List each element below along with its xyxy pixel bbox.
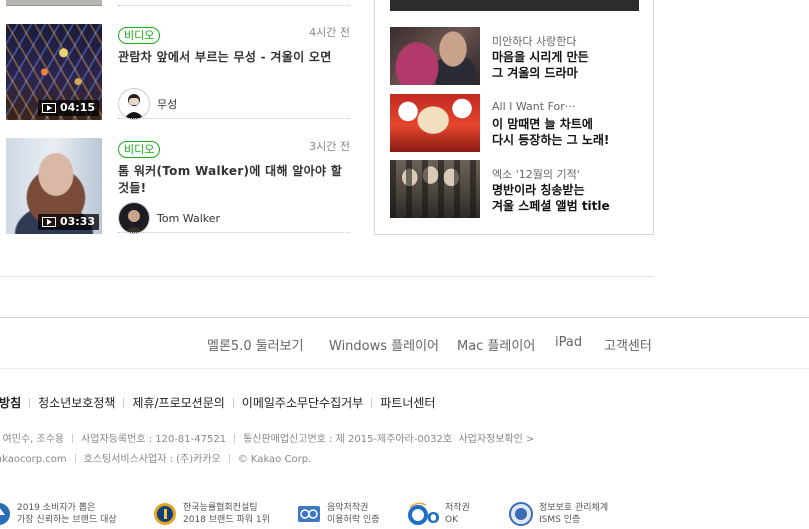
ok-mark-icon: OK xyxy=(408,501,453,527)
title-line: 마음을 시리게 만든 xyxy=(492,50,589,64)
hosting-text: 호스팅서비스사업자 : (주)카카오 xyxy=(83,454,221,465)
magazine-subtitle: 엑소 '12월의 기적' xyxy=(492,168,580,181)
magazine-title[interactable]: 이 맘때면 늘 차트에 다시 등장하는 그 노래! xyxy=(492,116,609,148)
video-title[interactable]: 톰 워커(Tom Walker)에 대해 알아야 할 것들! xyxy=(118,163,350,197)
artist-link[interactable]: 무성 xyxy=(118,88,177,120)
section-divider xyxy=(0,276,654,277)
duration-label: 04:15 xyxy=(38,100,100,116)
cert-isms[interactable]: 정보보호 관리체계 ISMS 인증 xyxy=(508,499,608,529)
play-icon xyxy=(42,217,56,227)
magazine-thumbnail[interactable] xyxy=(390,94,480,152)
footer-nav: 멜론5.0 둘러보기 Windows 플레이어 Mac 플레이어 iPad 고객… xyxy=(0,335,809,355)
company-info: : 여민수, 조수용 사업자등록번호 : 120-81-47521 통신판매업신고번… xyxy=(0,430,534,445)
cert-text: 가장 신뢰하는 브랜드 대상 xyxy=(17,515,117,525)
artist-name: 무성 xyxy=(157,98,178,111)
nav-customer-center[interactable]: 고객센터 xyxy=(604,335,652,354)
title-line: 다시 등장하는 그 노래! xyxy=(492,133,610,147)
magazine-title[interactable]: 마음을 시리게 만든 그 겨울의 드라마 xyxy=(492,49,589,81)
mail-order-number: 통신판매업신고번호 : 제 2015-제주아라-0032호 xyxy=(243,434,453,445)
nav-windows-player[interactable]: Windows 플레이어 xyxy=(329,335,439,354)
magazine-item[interactable]: 엑소 '12월의 기적' 명반이라 칭송받는 겨울 스페셜 앨범 title xyxy=(390,160,640,218)
feed-divider xyxy=(118,5,350,6)
footer-divider xyxy=(0,368,809,369)
time-ago: 4시간 전 xyxy=(309,26,350,39)
magazine-title[interactable]: 명반이라 칭송받는 겨울 스페셜 앨범 title xyxy=(492,182,610,214)
cert-brand-power[interactable]: 한국능률협회컨설팅 2018 브랜드 파워 1위 xyxy=(152,499,270,529)
nav-melon-tour[interactable]: 멜론5.0 둘러보기 xyxy=(207,335,304,354)
trophy-badge-icon xyxy=(0,501,12,527)
magazine-item[interactable]: 미안하다 사랑한다 마음을 시리게 만든 그 겨울의 드라마 xyxy=(390,27,640,85)
artist-name: Tom Walker xyxy=(157,211,221,225)
cert-text: 한국능률협회컨설팅 xyxy=(183,503,258,513)
link-partner-center[interactable]: 파트너센터 xyxy=(380,394,435,411)
play-icon xyxy=(42,103,56,113)
feed-item[interactable]: 04:15 비디오 4시간 전 관람차 앞에서 부르는 무성 - 겨울이 오면 … xyxy=(6,24,350,122)
duration-text: 04:15 xyxy=(60,101,96,114)
magazine-subtitle: 미안하다 사랑한다 xyxy=(492,35,577,48)
link-privacy-policy[interactable]: 리방침 xyxy=(0,394,21,411)
video-thumbnail[interactable]: 03:33 xyxy=(6,138,102,234)
link-youth-protection[interactable]: 청소년보호정책 xyxy=(38,394,115,411)
business-number: 사업자등록번호 : 120-81-47521 xyxy=(81,434,227,445)
duration-text: 03:33 xyxy=(60,215,96,228)
cert-music-copyright[interactable]: 음악저작권이용허락 인증 xyxy=(296,499,380,529)
feed-item[interactable]: 03:33 비디오 3시간 전 톰 워커(Tom Walker)에 대해 알아야… xyxy=(6,138,350,236)
copyright-license-icon xyxy=(296,501,322,527)
link-partnership[interactable]: 제휴/프로모션문의 xyxy=(132,394,224,411)
cert-text: 저작권 xyxy=(445,503,470,513)
magazine-box: 미안하다 사랑한다 마음을 시리게 만든 그 겨울의 드라마 All I Wan… xyxy=(374,0,654,235)
video-title[interactable]: 관람차 앞에서 부르는 무성 - 겨울이 오면 xyxy=(118,49,350,66)
company-info: akaocorp.com 호스팅서비스사업자 : (주)카카오 © Kakao Co… xyxy=(0,450,311,465)
footer-divider xyxy=(0,317,809,318)
number-one-badge-icon xyxy=(152,501,178,527)
cert-text: 음악저작권 xyxy=(327,503,369,513)
time-ago: 3시간 전 xyxy=(309,140,350,153)
previous-thumbnail-edge[interactable] xyxy=(6,0,102,6)
cert-text: 2019 소비자가 뽑은 xyxy=(17,503,96,513)
title-line: 그 겨울의 드라마 xyxy=(492,66,578,80)
duration-label: 03:33 xyxy=(38,214,100,230)
title-line: 명반이라 칭송받는 xyxy=(492,183,585,197)
title-line: 겨울 스페셜 앨범 title xyxy=(492,199,610,213)
copyright-text: © Kakao Corp. xyxy=(237,454,312,465)
nav-mac-player[interactable]: Mac 플레이어 xyxy=(457,335,535,354)
video-badge: 비디오 xyxy=(118,141,161,158)
magazine-thumbnail[interactable] xyxy=(390,27,480,85)
artist-link[interactable]: Tom Walker xyxy=(118,202,220,234)
policy-links: 리방침 청소년보호정책 제휴/프로모션문의 이메일주소무단수집거부 파트너센터 xyxy=(0,394,435,411)
cert-consumer-brand[interactable]: 2019 소비자가 뽑은가장 신뢰하는 브랜드 대상 xyxy=(0,499,117,529)
magazine-thumbnail[interactable] xyxy=(390,160,480,218)
business-info-link[interactable]: 사업자정보확인 > xyxy=(458,434,534,445)
cert-text: OK xyxy=(445,515,458,525)
cert-text: 2018 브랜드 파워 1위 xyxy=(183,515,270,525)
nav-ipad[interactable]: iPad xyxy=(555,335,582,350)
isms-seal-icon xyxy=(508,501,534,527)
ok-mark-text: OK xyxy=(427,509,440,527)
ceo-text: : 여민수, 조수용 xyxy=(0,434,65,445)
avatar xyxy=(118,88,150,120)
magazine-item[interactable]: All I Want For··· 이 맘때면 늘 차트에 다시 등장하는 그 … xyxy=(390,94,640,152)
cert-text: ISMS 인증 xyxy=(539,515,581,525)
video-badge: 비디오 xyxy=(118,27,161,44)
video-thumbnail[interactable]: 04:15 xyxy=(6,24,102,120)
email-text: akaocorp.com xyxy=(0,454,67,465)
cert-text: 이용허락 인증 xyxy=(327,515,380,525)
magazine-top-image[interactable] xyxy=(390,0,639,11)
avatar xyxy=(118,202,150,234)
magazine-subtitle: All I Want For··· xyxy=(492,100,576,113)
title-line: 이 맘때면 늘 차트에 xyxy=(492,117,593,131)
feed-divider xyxy=(118,118,350,119)
link-email-refusal[interactable]: 이메일주소무단수집거부 xyxy=(242,394,363,411)
feed-divider xyxy=(118,232,350,233)
cert-copyright-ok[interactable]: OK 저작권 OK xyxy=(408,499,470,529)
cert-text: 정보보호 관리체계 xyxy=(539,503,609,513)
